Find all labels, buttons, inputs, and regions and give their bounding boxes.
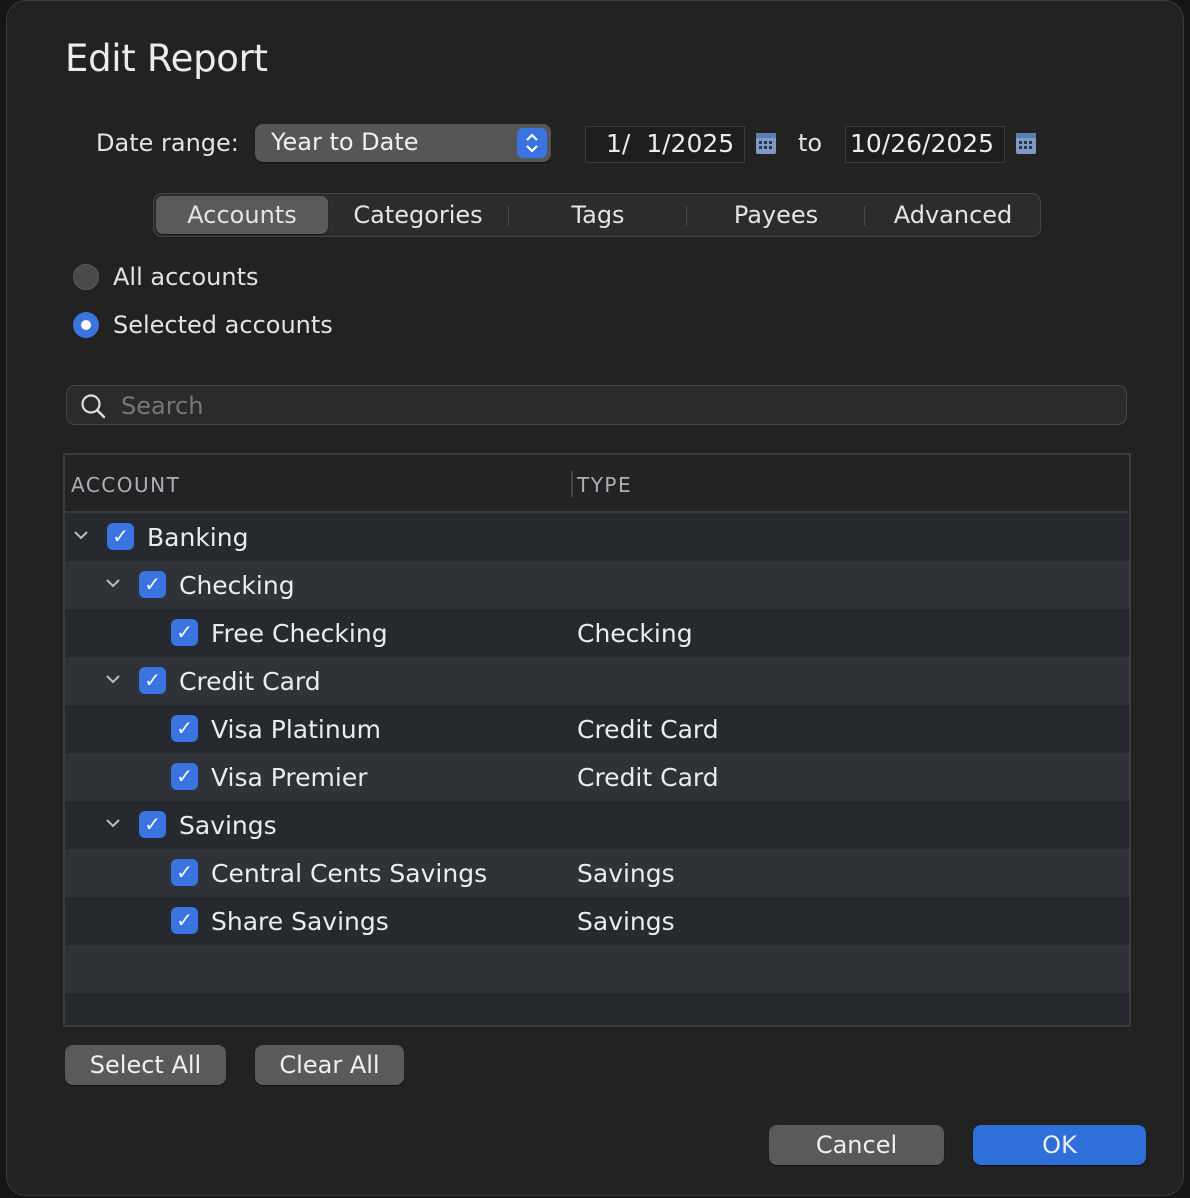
end-date-value: 10/26/2025 bbox=[850, 129, 995, 158]
end-date-field[interactable]: 10/26/2025 bbox=[845, 126, 1005, 163]
checkbox[interactable]: ✓ bbox=[171, 907, 198, 934]
column-header-type[interactable]: TYPE bbox=[577, 473, 632, 497]
chevron-down-icon[interactable] bbox=[103, 813, 123, 838]
table-row[interactable]: ✓ Credit Card bbox=[65, 657, 1129, 705]
edit-report-dialog: Edit Report Date range: Year to Date 1/ … bbox=[6, 0, 1184, 1196]
cancel-button[interactable]: Cancel bbox=[769, 1125, 944, 1165]
table-row[interactable]: ✓ Central Cents Savings Savings bbox=[65, 849, 1129, 897]
calendar-icon[interactable] bbox=[1014, 130, 1038, 160]
all-accounts-label[interactable]: All accounts bbox=[113, 263, 259, 291]
date-to-label: to bbox=[798, 129, 823, 157]
search-input[interactable] bbox=[119, 390, 1103, 422]
column-divider[interactable] bbox=[571, 471, 573, 497]
table-row[interactable]: ✓ Visa Platinum Credit Card bbox=[65, 705, 1129, 753]
tab-divider bbox=[508, 206, 509, 226]
tab-categories[interactable]: Categories bbox=[330, 194, 506, 236]
tab-tags[interactable]: Tags bbox=[510, 194, 686, 236]
checkbox[interactable]: ✓ bbox=[171, 715, 198, 742]
account-name: Checking bbox=[179, 571, 295, 600]
account-name: Share Savings bbox=[211, 907, 389, 936]
checkbox[interactable]: ✓ bbox=[139, 571, 166, 598]
account-type: Savings bbox=[577, 907, 675, 936]
all-accounts-radio[interactable] bbox=[73, 264, 99, 290]
chevron-down-icon[interactable] bbox=[103, 669, 123, 694]
table-header: ACCOUNT TYPE bbox=[65, 455, 1129, 513]
tab-divider bbox=[686, 206, 687, 226]
start-date-field[interactable]: 1/ 1/2025 bbox=[585, 126, 745, 163]
table-row[interactable]: ✓ Free Checking Checking bbox=[65, 609, 1129, 657]
ok-button[interactable]: OK bbox=[973, 1125, 1146, 1165]
account-name: Credit Card bbox=[179, 667, 321, 696]
date-range-value: Year to Date bbox=[271, 128, 419, 156]
accounts-table: ACCOUNT TYPE ✓ Banking ✓ Checking ✓ Free… bbox=[63, 453, 1131, 1027]
search-field[interactable] bbox=[66, 385, 1127, 425]
dialog-title: Edit Report bbox=[65, 37, 268, 80]
account-name: Central Cents Savings bbox=[211, 859, 488, 888]
table-row[interactable]: ✓ Checking bbox=[65, 561, 1129, 609]
chevron-down-icon[interactable] bbox=[103, 573, 123, 598]
table-row[interactable]: ✓ Savings bbox=[65, 801, 1129, 849]
table-row[interactable]: ✓ Banking bbox=[65, 513, 1129, 561]
column-header-account[interactable]: ACCOUNT bbox=[71, 473, 180, 497]
date-range-popup[interactable]: Year to Date bbox=[255, 124, 551, 162]
account-name: Savings bbox=[179, 811, 277, 840]
tab-advanced[interactable]: Advanced bbox=[866, 194, 1040, 236]
checkbox[interactable]: ✓ bbox=[171, 859, 198, 886]
account-type: Savings bbox=[577, 859, 675, 888]
checkbox[interactable]: ✓ bbox=[139, 667, 166, 694]
date-range-label: Date range: bbox=[96, 129, 239, 157]
tab-accounts[interactable]: Accounts bbox=[156, 196, 328, 234]
chevron-down-icon[interactable] bbox=[71, 525, 91, 550]
tab-divider bbox=[864, 206, 865, 226]
account-name: Visa Platinum bbox=[211, 715, 381, 744]
checkbox[interactable]: ✓ bbox=[139, 811, 166, 838]
empty-row bbox=[65, 993, 1129, 1025]
tab-payees[interactable]: Payees bbox=[688, 194, 864, 236]
account-type: Credit Card bbox=[577, 715, 719, 744]
selected-accounts-radio[interactable] bbox=[73, 312, 99, 338]
table-row[interactable]: ✓ Visa Premier Credit Card bbox=[65, 753, 1129, 801]
report-tabs: Accounts Categories Tags Payees Advanced bbox=[153, 193, 1041, 237]
search-icon bbox=[79, 392, 107, 424]
selected-accounts-label[interactable]: Selected accounts bbox=[113, 311, 333, 339]
account-type: Credit Card bbox=[577, 763, 719, 792]
empty-row bbox=[65, 945, 1129, 993]
account-name: Free Checking bbox=[211, 619, 388, 648]
account-type: Checking bbox=[577, 619, 693, 648]
table-row[interactable]: ✓ Share Savings Savings bbox=[65, 897, 1129, 945]
checkbox[interactable]: ✓ bbox=[171, 763, 198, 790]
checkbox[interactable]: ✓ bbox=[107, 523, 134, 550]
chevron-updown-icon bbox=[517, 128, 547, 158]
calendar-icon[interactable] bbox=[754, 130, 778, 160]
checkbox[interactable]: ✓ bbox=[171, 619, 198, 646]
clear-all-button[interactable]: Clear All bbox=[255, 1045, 404, 1085]
select-all-button[interactable]: Select All bbox=[65, 1045, 226, 1085]
account-name: Visa Premier bbox=[211, 763, 368, 792]
account-name: Banking bbox=[147, 523, 249, 552]
start-date-value: 1/ 1/2025 bbox=[606, 129, 735, 158]
